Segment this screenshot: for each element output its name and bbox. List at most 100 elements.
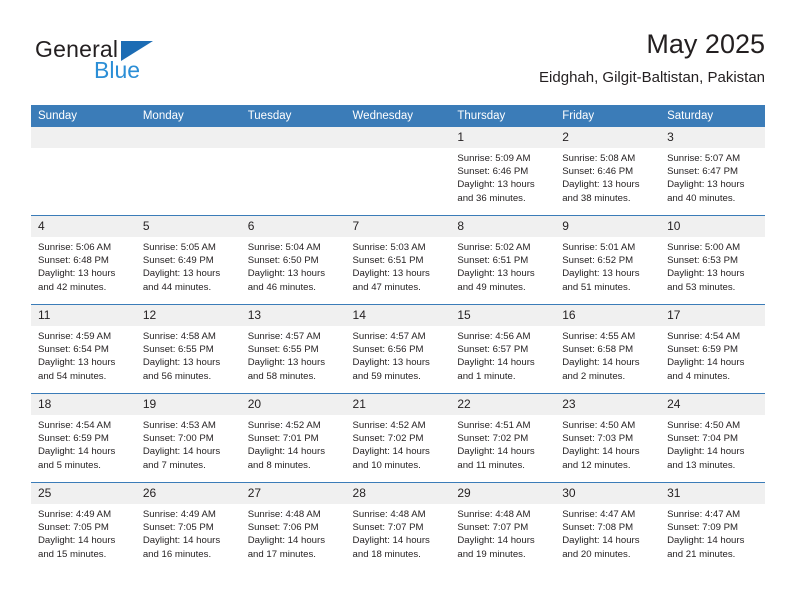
day-number: 10 <box>660 216 765 237</box>
daylight-text-line1: Daylight: 13 hours <box>457 179 535 191</box>
calendar-body: 1 Sunrise: 5:09 AM Sunset: 6:46 PM Daylight… <box>31 127 765 571</box>
daylight-text-line1: Daylight: 14 hours <box>457 357 535 369</box>
sunrise-text: Sunrise: 4:57 AM <box>247 331 321 342</box>
calendar-day-cell[interactable]: 15 Sunrise: 4:56 AM Sunset: 6:57 PM Dayligh… <box>450 304 556 394</box>
calendar-day-cell[interactable]: 13 Sunrise: 4:57 AM Sunset: 6:55 PM Dayligh… <box>240 304 346 394</box>
calendar-day-cell[interactable]: 8 Sunrise: 5:02 AM Sunset: 6:51 PM Daylight… <box>450 215 556 305</box>
sunset-text: Sunset: 6:59 PM <box>667 344 738 356</box>
sunrise-text: Sunrise: 4:57 AM <box>352 331 426 342</box>
daylight-text-line1: Daylight: 13 hours <box>457 268 535 280</box>
calendar-day-cell[interactable]: 23 Sunrise: 4:50 AM Sunset: 7:03 PM Dayligh… <box>555 393 661 483</box>
calendar-day-cell[interactable]: 14 Sunrise: 4:57 AM Sunset: 6:56 PM Dayligh… <box>345 304 451 394</box>
day-details: Sunrise: 4:59 AM Sunset: 6:54 PM Daylight:… <box>31 326 136 383</box>
daylight-text-line2: and 18 minutes. <box>352 548 421 560</box>
daylight-text-line1: Daylight: 14 hours <box>352 446 430 458</box>
daylight-text-line1: Daylight: 14 hours <box>247 535 326 547</box>
day-details: Sunrise: 4:54 AM Sunset: 6:59 PM Daylight:… <box>31 415 136 472</box>
calendar-week-row: 11 Sunrise: 4:59 AM Sunset: 6:54 PM Dayligh… <box>31 304 765 394</box>
day-number: 30 <box>555 483 661 504</box>
sunrise-text: Sunrise: 4:56 AM <box>457 331 531 342</box>
calendar-day-cell[interactable]: 7 Sunrise: 5:03 AM Sunset: 6:51 PM Daylight… <box>345 215 451 305</box>
sunset-text: Sunset: 6:52 PM <box>562 255 634 267</box>
sunset-text: Sunset: 6:51 PM <box>352 255 424 267</box>
calendar-day-cell[interactable]: 24 Sunrise: 4:50 AM Sunset: 7:04 PM Dayligh… <box>660 393 765 483</box>
day-number: 26 <box>135 483 241 504</box>
daylight-text-line2: and 54 minutes. <box>38 370 107 382</box>
calendar-day-cell[interactable]: 9 Sunrise: 5:01 AM Sunset: 6:52 PM Daylight… <box>555 215 661 305</box>
calendar-day-cell[interactable]: 20 Sunrise: 4:52 AM Sunset: 7:01 PM Dayligh… <box>240 393 346 483</box>
calendar-day-cell[interactable]: 3 Sunrise: 5:07 AM Sunset: 6:47 PM Daylight… <box>660 127 765 216</box>
calendar-day-cell[interactable]: 4 Sunrise: 5:06 AM Sunset: 6:48 PM Daylight… <box>31 215 136 305</box>
day-details: Sunrise: 4:50 AM Sunset: 7:04 PM Daylight:… <box>660 415 765 472</box>
day-number: 24 <box>660 394 765 415</box>
calendar-cell-empty <box>345 127 451 216</box>
daylight-text-line1: Daylight: 14 hours <box>562 535 640 547</box>
daylight-text-line2: and 10 minutes. <box>352 459 421 471</box>
daylight-text-line2: and 12 minutes. <box>562 459 631 471</box>
daylight-text-line1: Daylight: 14 hours <box>667 446 745 458</box>
sunset-text: Sunset: 6:56 PM <box>352 344 424 356</box>
day-number: 7 <box>345 216 451 237</box>
calendar-day-cell[interactable]: 25 Sunrise: 4:49 AM Sunset: 7:05 PM Dayligh… <box>31 482 136 571</box>
sunset-text: Sunset: 6:57 PM <box>457 344 529 356</box>
calendar-day-cell[interactable]: 18 Sunrise: 4:54 AM Sunset: 6:59 PM Dayligh… <box>31 393 136 483</box>
sunset-text: Sunset: 6:55 PM <box>247 344 319 356</box>
calendar-day-cell[interactable]: 27 Sunrise: 4:48 AM Sunset: 7:06 PM Dayligh… <box>240 482 346 571</box>
sunrise-text: Sunrise: 4:50 AM <box>562 420 636 431</box>
calendar-header-row: Sunday Monday Tuesday Wednesday Thursday… <box>31 105 765 127</box>
daylight-text-line2: and 7 minutes. <box>142 459 206 471</box>
day-details: Sunrise: 4:49 AM Sunset: 7:05 PM Daylight:… <box>31 504 136 561</box>
sunset-text: Sunset: 7:07 PM <box>352 522 424 534</box>
calendar-day-cell[interactable]: 21 Sunrise: 4:52 AM Sunset: 7:02 PM Dayligh… <box>345 393 451 483</box>
calendar-day-cell[interactable]: 28 Sunrise: 4:48 AM Sunset: 7:07 PM Dayligh… <box>345 482 451 571</box>
day-number: 13 <box>240 305 346 326</box>
calendar-day-cell[interactable]: 17 Sunrise: 4:54 AM Sunset: 6:59 PM Dayligh… <box>660 304 765 394</box>
daylight-text-line2: and 21 minutes. <box>667 548 736 560</box>
calendar-day-cell[interactable]: 30 Sunrise: 4:47 AM Sunset: 7:08 PM Dayligh… <box>555 482 661 571</box>
daylight-text-line2: and 17 minutes. <box>247 548 316 560</box>
day-details: Sunrise: 4:47 AM Sunset: 7:09 PM Daylight:… <box>660 504 765 561</box>
calendar-day-cell[interactable]: 2 Sunrise: 5:08 AM Sunset: 6:46 PM Daylight… <box>555 127 661 216</box>
calendar-table: Sunday Monday Tuesday Wednesday Thursday… <box>31 105 765 571</box>
calendar-day-cell[interactable]: 12 Sunrise: 4:58 AM Sunset: 6:55 PM Dayligh… <box>135 304 241 394</box>
calendar-day-cell[interactable]: 22 Sunrise: 4:51 AM Sunset: 7:02 PM Dayligh… <box>450 393 556 483</box>
daylight-text-line2: and 4 minutes. <box>667 370 730 382</box>
sunrise-text: Sunrise: 4:48 AM <box>352 509 426 520</box>
sunrise-text: Sunrise: 4:49 AM <box>142 509 216 520</box>
sunset-text: Sunset: 6:46 PM <box>562 166 634 178</box>
calendar-day-cell[interactable]: 5 Sunrise: 5:05 AM Sunset: 6:49 PM Daylight… <box>135 215 241 305</box>
daylight-text-line1: Daylight: 14 hours <box>562 357 640 369</box>
day-number: 12 <box>135 305 241 326</box>
calendar-day-cell[interactable]: 26 Sunrise: 4:49 AM Sunset: 7:05 PM Dayligh… <box>135 482 241 571</box>
daylight-text-line2: and 44 minutes. <box>142 281 212 293</box>
day-details: Sunrise: 4:48 AM Sunset: 7:07 PM Daylight:… <box>346 504 451 561</box>
sunrise-text: Sunrise: 4:47 AM <box>667 509 741 520</box>
calendar-day-cell[interactable]: 6 Sunrise: 5:04 AM Sunset: 6:50 PM Daylight… <box>240 215 346 305</box>
sunrise-text: Sunrise: 4:49 AM <box>38 509 112 520</box>
calendar-cell-empty <box>31 127 136 216</box>
sunset-text: Sunset: 7:05 PM <box>142 522 214 534</box>
day-number: 8 <box>450 216 556 237</box>
sunrise-text: Sunrise: 5:08 AM <box>562 153 636 164</box>
daylight-text-line2: and 53 minutes. <box>667 281 736 293</box>
day-number: 17 <box>660 305 765 326</box>
daylight-text-line2: and 56 minutes. <box>142 370 212 382</box>
day-details: Sunrise: 4:49 AM Sunset: 7:05 PM Daylight:… <box>136 504 241 561</box>
daylight-text-line1: Daylight: 13 hours <box>142 268 221 280</box>
weekday-header-saturday: Saturday <box>660 105 765 127</box>
calendar-day-cell[interactable]: 11 Sunrise: 4:59 AM Sunset: 6:54 PM Dayligh… <box>31 304 136 394</box>
calendar-day-cell[interactable]: 29 Sunrise: 4:48 AM Sunset: 7:07 PM Dayligh… <box>450 482 556 571</box>
calendar-day-cell[interactable]: 19 Sunrise: 4:53 AM Sunset: 7:00 PM Dayligh… <box>135 393 241 483</box>
daylight-text-line1: Daylight: 14 hours <box>247 446 326 458</box>
day-number: 1 <box>450 127 556 148</box>
calendar-day-cell[interactable]: 10 Sunrise: 5:00 AM Sunset: 6:53 PM Dayligh… <box>660 215 765 305</box>
calendar-day-cell[interactable]: 31 Sunrise: 4:47 AM Sunset: 7:09 PM Dayligh… <box>660 482 765 571</box>
daylight-text-line1: Daylight: 14 hours <box>562 446 640 458</box>
day-number <box>31 127 136 148</box>
day-details: Sunrise: 5:07 AM Sunset: 6:47 PM Daylight:… <box>660 148 765 205</box>
sunrise-text: Sunrise: 4:48 AM <box>247 509 321 520</box>
calendar-day-cell[interactable]: 16 Sunrise: 4:55 AM Sunset: 6:58 PM Dayligh… <box>555 304 661 394</box>
daylight-text-line2: and 15 minutes. <box>38 548 107 560</box>
day-details: Sunrise: 4:56 AM Sunset: 6:57 PM Daylight:… <box>450 326 555 383</box>
calendar-day-cell[interactable]: 1 Sunrise: 5:09 AM Sunset: 6:46 PM Daylight… <box>450 127 556 216</box>
